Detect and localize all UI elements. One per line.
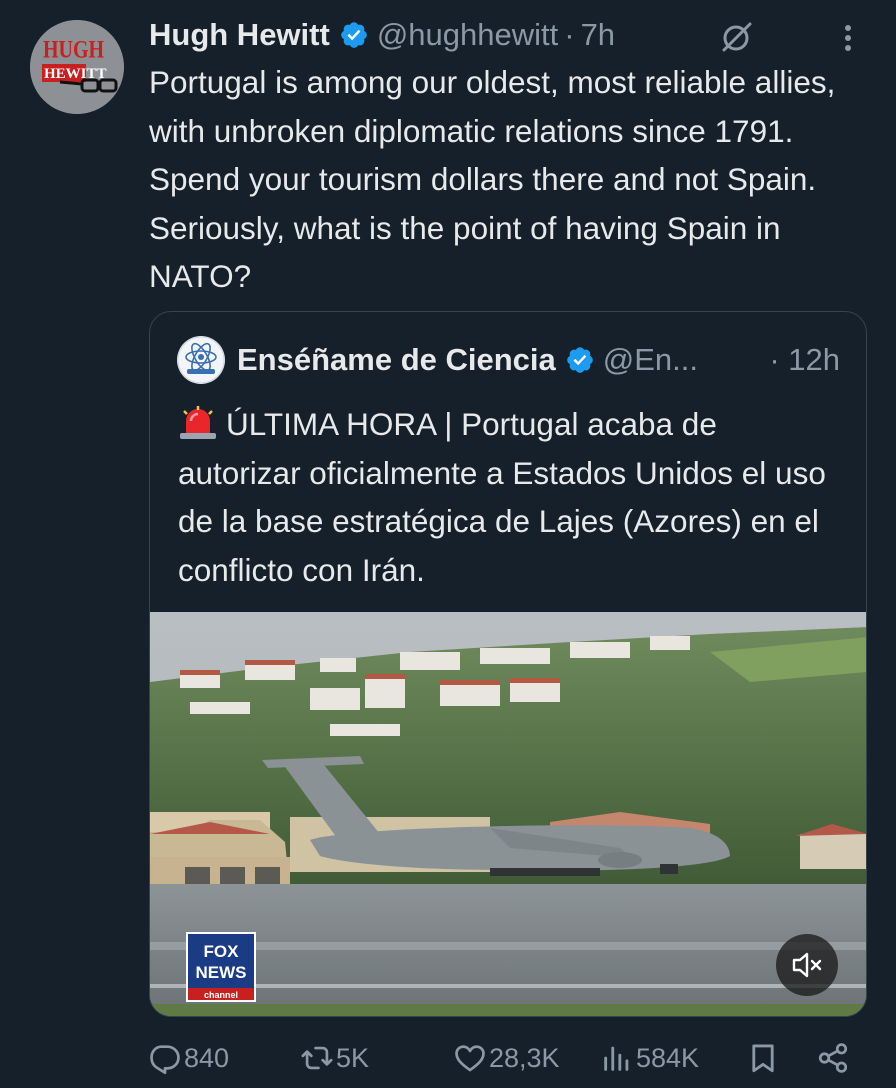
views-icon [604,1046,629,1071]
repost-icon [301,1046,333,1070]
repost-count: 5K [336,1042,370,1073]
quoted-tweet-body: ÚLTIMA HORA | Portugal acaba de autoriza… [178,406,826,588]
fox-news-logo: FOX NEWS channel [186,932,256,1002]
reply-icon [150,1045,180,1075]
news-logo-text: NEWS [196,963,247,982]
quoted-tweet-timestamp[interactable]: · 12h [769,342,840,378]
tweet-actions-bar: 840 5K 28,3K 584K [148,1036,860,1080]
tweet-text: Portugal is among our oldest, most relia… [149,64,836,294]
reply-count: 840 [184,1042,230,1073]
quoted-tweet-header: Enséñame de Ciencia @En... · 12h [177,335,840,385]
verified-badge-icon [566,347,593,373]
video-frame [150,612,866,1016]
quoted-author-name[interactable]: Enséñame de Ciencia [237,342,556,378]
separator-dot: · [564,17,575,52]
quoted-tweet-text: ÚLTIMA HORA | Portugal acaba de autoriza… [178,400,848,594]
tweet-header: Hugh Hewitt @hughhewitt · 7h [149,14,866,56]
share-button[interactable] [816,1036,852,1080]
bookmark-button[interactable] [746,1036,782,1080]
siren-emoji-icon [180,406,216,439]
reply-button[interactable]: 840 [148,1036,229,1080]
svg-text:HUGH: HUGH [43,35,104,63]
heart-icon [455,1045,485,1072]
share-icon [818,1043,848,1073]
like-count: 28,3K [489,1042,560,1073]
tweet-timestamp[interactable]: 7h [581,17,615,53]
bookmark-icon [752,1044,774,1073]
grok-icon[interactable] [716,18,756,58]
author-name[interactable]: Hugh Hewitt [149,17,330,53]
quoted-author-handle[interactable]: @En... [603,342,698,378]
video-player[interactable]: FOX NEWS channel [150,612,866,1016]
author-avatar[interactable]: HUGH HEWITT [30,20,124,114]
channel-logo-text: channel [204,990,238,1000]
mute-icon [792,952,822,978]
verified-badge-icon [341,22,367,48]
views-count: 584K [636,1042,700,1073]
mute-button[interactable] [776,934,838,996]
author-handle[interactable]: @hughhewitt [377,17,558,53]
like-button[interactable]: 28,3K [453,1036,560,1080]
views-button[interactable]: 584K [600,1036,699,1080]
quoted-tweet-card[interactable]: Enséñame de Ciencia @En... · 12h ÚLTIMA … [149,311,867,1017]
repost-button[interactable]: 5K [300,1036,369,1080]
more-options-icon[interactable] [830,20,866,56]
quoted-author-avatar[interactable] [177,336,225,384]
fox-logo-text: FOX [204,942,240,961]
